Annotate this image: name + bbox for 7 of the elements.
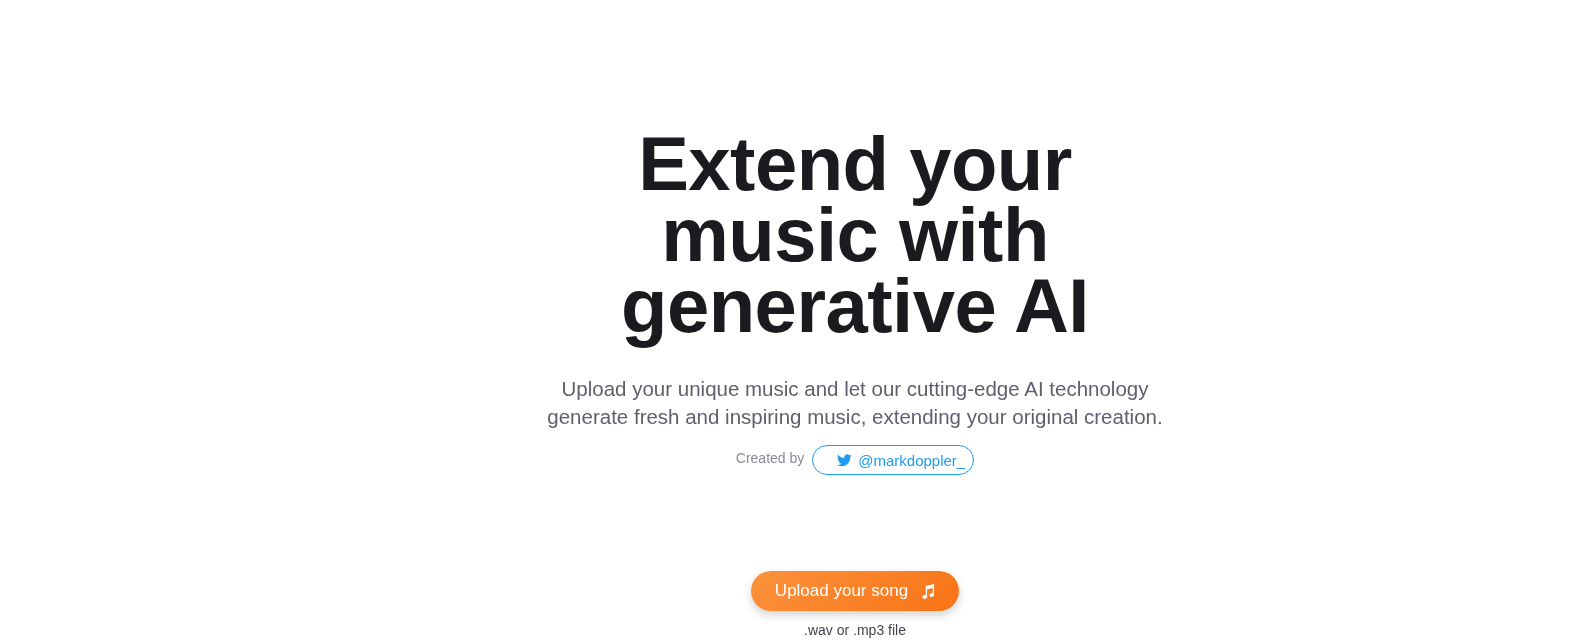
music-note-icon: [922, 583, 936, 599]
hero-title: Extend your music with generative AI: [620, 126, 1090, 350]
bird-icon: [837, 453, 853, 467]
file-format-hint: .wav or .mp3 file: [804, 622, 906, 639]
hero-subtitle: Upload your unique music and let our cutting-edge AI technology generate fresh and inspiring music, extending your original creation.: [546, 376, 1164, 430]
upload-song-button[interactable]: Upload your song: [750, 571, 960, 611]
credit-label: Created by: [735, 450, 805, 466]
